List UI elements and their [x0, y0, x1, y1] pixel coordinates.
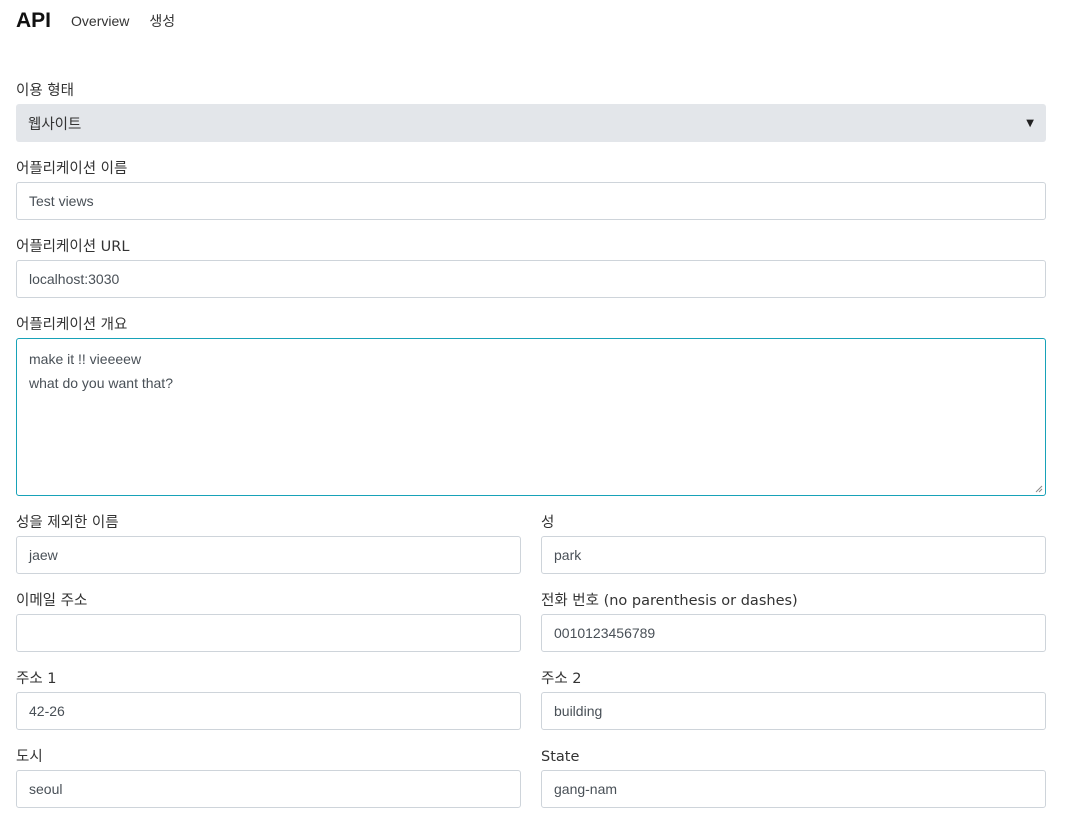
- app-description-label: 어플리케이션 개요: [16, 317, 128, 333]
- phone-group: 전화 번호 (no parenthesis or dashes) 0010123…: [541, 590, 1046, 652]
- caret-down-icon: ▼: [1026, 117, 1034, 129]
- nav-link-create[interactable]: 생성: [149, 11, 175, 31]
- state-label: State: [541, 749, 580, 765]
- phone-label: 전화 번호 (no parenthesis or dashes): [541, 593, 798, 609]
- address1-input[interactable]: 42-26: [16, 692, 521, 730]
- first-name-label: 성을 제외한 이름: [16, 515, 119, 531]
- app-name-label: 어플리케이션 이름: [16, 161, 128, 177]
- app-name-group: 어플리케이션 이름 Test views: [16, 158, 1046, 220]
- phone-input[interactable]: 0010123456789: [541, 614, 1046, 652]
- last-name-input[interactable]: park: [541, 536, 1046, 574]
- first-name-group: 성을 제외한 이름 jaew: [16, 512, 521, 574]
- city-label: 도시: [16, 749, 43, 765]
- usage-type-label: 이용 형태: [16, 83, 74, 99]
- city-group: 도시 seoul: [16, 746, 521, 808]
- nav-link-overview[interactable]: Overview: [71, 13, 129, 29]
- email-group: 이메일 주소: [16, 590, 521, 652]
- brand-logo[interactable]: API: [16, 9, 51, 33]
- state-input[interactable]: gang-nam: [541, 770, 1046, 808]
- email-label: 이메일 주소: [16, 593, 88, 609]
- last-name-label: 성: [541, 515, 555, 531]
- app-url-label: 어플리케이션 URL: [16, 239, 130, 255]
- state-group: State gang-nam: [541, 746, 1046, 808]
- app-url-input[interactable]: localhost:3030: [16, 260, 1046, 298]
- usage-type-select[interactable]: 웹사이트 ▼: [16, 104, 1046, 142]
- usage-type-group: 이용 형태 웹사이트 ▼: [16, 80, 1046, 142]
- app-description-group: 어플리케이션 개요 make it !! vieeeew what do you…: [16, 314, 1046, 496]
- address2-input[interactable]: building: [541, 692, 1046, 730]
- app-description-line-1: make it !! vieeeew: [29, 351, 142, 367]
- address2-label: 주소 2: [541, 671, 582, 687]
- city-input[interactable]: seoul: [16, 770, 521, 808]
- address1-group: 주소 1 42-26: [16, 668, 521, 730]
- app-description-line-2: what do you want that?: [29, 375, 173, 391]
- resize-handle-icon[interactable]: [1035, 485, 1043, 493]
- address1-label: 주소 1: [16, 671, 57, 687]
- last-name-group: 성 park: [541, 512, 1046, 574]
- first-name-input[interactable]: jaew: [16, 536, 521, 574]
- usage-type-value: 웹사이트: [28, 116, 82, 133]
- app-name-input[interactable]: Test views: [16, 182, 1046, 220]
- address2-group: 주소 2 building: [541, 668, 1046, 730]
- app-url-group: 어플리케이션 URL localhost:3030: [16, 236, 1046, 298]
- top-nav: API Overview 생성: [16, 6, 195, 36]
- email-input[interactable]: [16, 614, 521, 652]
- app-description-textarea[interactable]: make it !! vieeeew what do you want that…: [16, 338, 1046, 496]
